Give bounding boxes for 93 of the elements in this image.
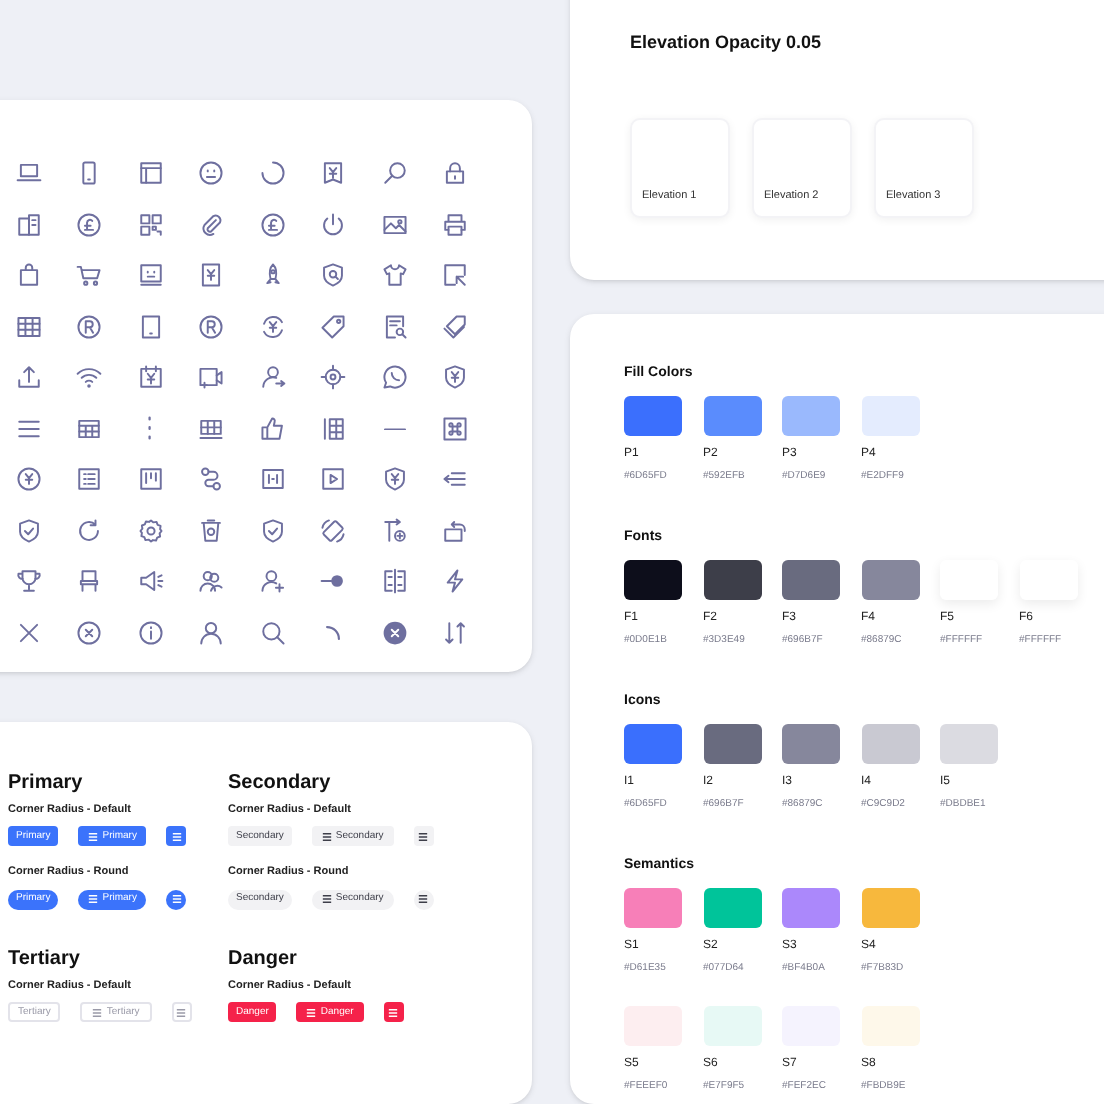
- magnifier-icon: [381, 160, 408, 187]
- bag-icon: [15, 262, 42, 289]
- shield-yen-icon: [381, 466, 408, 493]
- shield-yen-icon: [442, 364, 469, 391]
- rotate-icon: [442, 517, 469, 544]
- yen-tag-icon: [320, 160, 347, 187]
- group-title: Danger: [228, 949, 299, 970]
- rotate-device-icon: [320, 517, 347, 544]
- menu-icon: [306, 1007, 317, 1018]
- route-icon: [198, 466, 225, 493]
- list-icon: [76, 466, 103, 493]
- layout-icon: [137, 160, 164, 187]
- clipboard-icon: [15, 211, 42, 238]
- menu-icon: [88, 831, 99, 842]
- wifi-icon: [76, 364, 103, 391]
- thumbs-up-icon: [259, 415, 286, 442]
- menu-icon: [321, 894, 332, 905]
- add-route-icon: [381, 517, 408, 544]
- yen-refresh-icon: [259, 313, 286, 340]
- menu-button[interactable]: [413, 889, 434, 910]
- menu-icon: [418, 894, 429, 905]
- laptop-icon: [15, 160, 42, 187]
- command-icon: [442, 415, 469, 442]
- trophy-icon: [15, 568, 42, 595]
- menu-button[interactable]: [413, 826, 434, 847]
- group-title: Primary: [8, 773, 85, 794]
- split-columns-icon: [381, 568, 408, 595]
- lock-icon: [442, 160, 469, 187]
- search-icon: [259, 619, 286, 646]
- kanban-icon: [137, 466, 164, 493]
- shirt-icon: [381, 262, 408, 289]
- shield-search-icon: [320, 262, 347, 289]
- swap-vertical-icon: [442, 619, 469, 646]
- pound-coin-icon: [259, 211, 286, 238]
- pointer-square-icon: [442, 262, 469, 289]
- close-circle-icon: [76, 619, 103, 646]
- group-title: Secondary: [228, 773, 333, 794]
- menu-icon: [418, 831, 429, 842]
- menu-icon: [321, 831, 332, 842]
- qr-code-icon: [137, 211, 164, 238]
- user-add-icon: [259, 568, 286, 595]
- paperclip-icon: [198, 211, 225, 238]
- registered-icon: [76, 313, 103, 340]
- grid-icon: [15, 313, 42, 340]
- seat-icon: [76, 568, 103, 595]
- refresh-icon: [76, 517, 103, 544]
- play-square-icon: [320, 466, 347, 493]
- upload-icon: [15, 364, 42, 391]
- columns-icon: [320, 415, 347, 442]
- user-switch-icon: [259, 364, 286, 391]
- registered-icon: [198, 313, 225, 340]
- monitor-icon: [137, 262, 164, 289]
- more-icon: [148, 416, 153, 441]
- settings-icon: [137, 517, 164, 544]
- menu-icon: [176, 1007, 187, 1018]
- user-icon: [198, 619, 225, 646]
- section-title: Elevation Opacity 0.05: [630, 34, 824, 52]
- info-icon: [137, 619, 164, 646]
- menu-icon: [88, 894, 99, 905]
- menu-icon: [92, 1007, 103, 1018]
- grid-table-icon: [198, 415, 225, 442]
- close-filled-icon: [381, 619, 408, 646]
- spinner-icon: [259, 160, 286, 187]
- table-icon: [76, 415, 103, 442]
- document-search-icon: [381, 313, 408, 340]
- pound-coin-icon: [76, 211, 103, 238]
- tags-icon: [442, 313, 469, 340]
- minus-icon: [383, 427, 406, 430]
- yen-document-icon: [198, 262, 225, 289]
- shield-check-icon: [259, 517, 286, 544]
- shield-check-icon: [15, 517, 42, 544]
- chat-phone-icon: [381, 364, 408, 391]
- menu-icon: [171, 831, 182, 842]
- group-title: Tertiary: [8, 949, 82, 970]
- power-icon: [320, 211, 347, 238]
- flash-icon: [442, 568, 469, 595]
- cart-icon: [76, 262, 103, 289]
- close-icon: [15, 619, 42, 646]
- spinner-icon: [326, 625, 341, 640]
- yen-calendar-icon: [137, 364, 164, 391]
- menu-icon: [15, 415, 42, 442]
- menu-icon: [171, 894, 182, 905]
- face-icon: [198, 160, 225, 187]
- printer-icon: [442, 211, 469, 238]
- image-icon: [381, 211, 408, 238]
- speaker-icon: [137, 568, 164, 595]
- tablet-icon: [137, 313, 164, 340]
- yen-coin-icon: [15, 466, 42, 493]
- users-icon: [198, 568, 225, 595]
- tag-icon: [320, 313, 347, 340]
- target-icon: [320, 364, 347, 391]
- video-add-icon: [198, 364, 225, 391]
- menu-icon: [388, 1007, 399, 1018]
